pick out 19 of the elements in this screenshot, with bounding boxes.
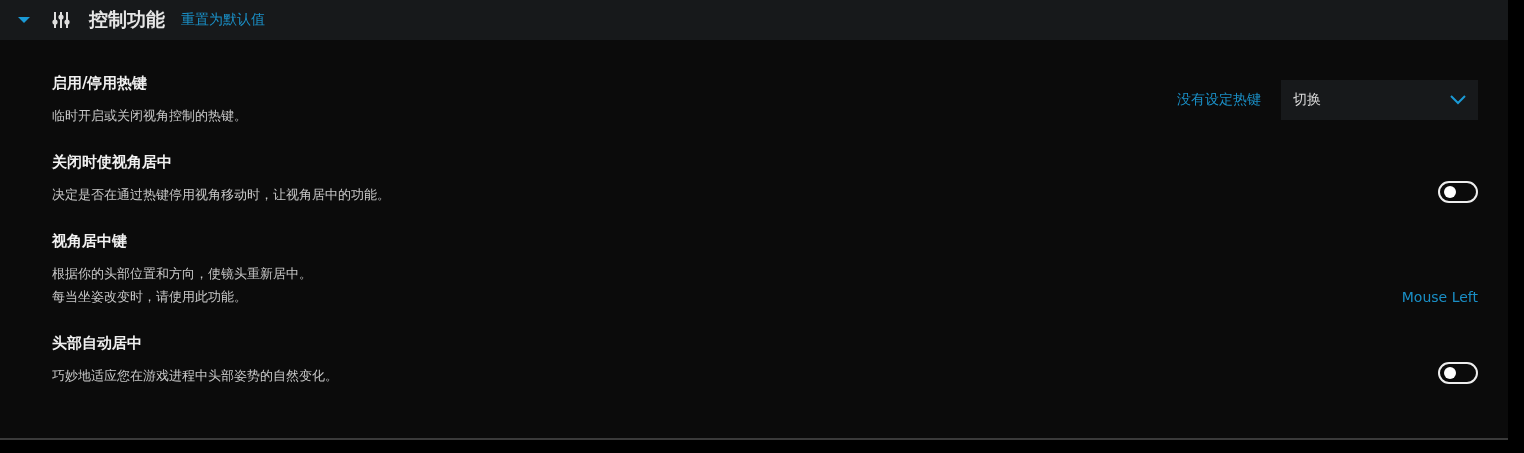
chevron-down-icon [1450,94,1466,105]
collapse-caret-icon[interactable] [17,16,31,24]
setting-title: 启用/停用热键 [52,73,149,94]
setting-title: 关闭时使视角居中 [52,152,173,173]
setting-description: 根据你的头部位置和方向，使镜头重新居中。 [52,265,312,283]
setting-description: 每当坐姿改变时，请使用此功能。 [52,288,248,306]
setting-description: 临时开启或关闭视角控制的热键。 [52,107,247,125]
setting-title: 视角居中键 [52,231,128,252]
setting-description: 巧妙地适应您在游戏进程中头部姿势的自然变化。 [52,367,338,385]
setting-description: 决定是否在通过热键停用视角移动时，让视角居中的功能。 [52,186,390,204]
toggle-switch[interactable] [1438,181,1478,203]
setting-title: 头部自动居中 [52,333,143,354]
sliders-icon [51,10,71,30]
mode-dropdown[interactable]: 切换 [1281,79,1478,120]
reset-link[interactable]: 重置为默认值 [181,11,265,29]
hotkey-link[interactable]: 没有设定热键 [1177,90,1261,109]
section-title: 控制功能 [89,7,165,32]
key-binding-link[interactable]: Mouse Left [1401,289,1478,305]
toggle-switch[interactable] [1438,362,1478,384]
